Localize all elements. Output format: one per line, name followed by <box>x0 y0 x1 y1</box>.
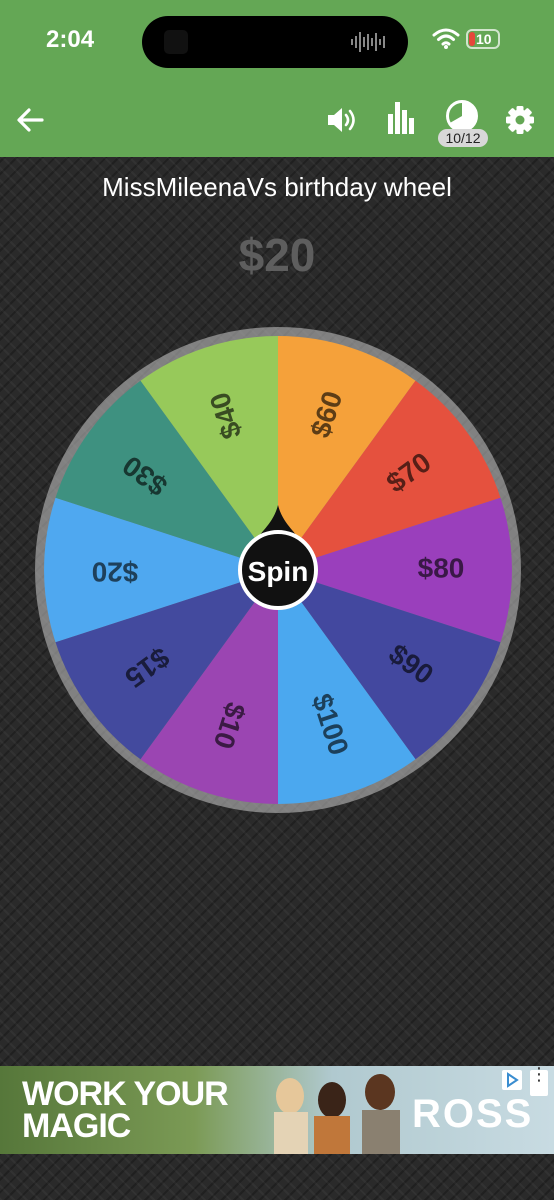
ad-models-image <box>274 1074 400 1154</box>
audio-waveform-icon <box>351 32 385 52</box>
prize-wheel[interactable]: $20$30$40 $60$70$80$90$100$10$15 Spin <box>33 325 523 815</box>
status-time: 2:04 <box>46 26 95 53</box>
camera-indicator-icon <box>164 30 188 54</box>
battery-indicator: 10 <box>466 29 500 49</box>
app-header: 2:04 10 10/12 <box>0 0 554 157</box>
ad-headline-line2: MAGIC <box>22 1107 131 1145</box>
more-vertical-icon[interactable]: ⋮ <box>530 1066 548 1096</box>
pie-progress-icon[interactable] <box>445 99 479 133</box>
battery-percent: 10 <box>476 31 492 47</box>
dynamic-island <box>142 16 408 68</box>
battery-level <box>469 32 475 46</box>
progress-counter: 10/12 <box>438 129 488 147</box>
wheel-segment-label: $20 <box>92 557 139 588</box>
gear-icon[interactable] <box>505 105 535 135</box>
arrow-left-icon[interactable] <box>16 106 44 134</box>
spin-result: $20 <box>238 229 316 281</box>
wheel-title: MissMileenaVs birthday wheel <box>102 172 452 202</box>
wheel-segment-label: $80 <box>418 552 465 583</box>
ad-choices-icon[interactable] <box>502 1070 522 1090</box>
ad-banner[interactable]: WORK YOUR MAGIC ROSS ⋮ <box>0 1066 554 1154</box>
volume-icon[interactable] <box>326 106 360 134</box>
bar-chart-icon[interactable] <box>386 100 416 136</box>
spin-label: Spin <box>248 556 309 587</box>
wifi-icon <box>432 28 460 49</box>
status-bar: 2:04 10 <box>0 0 554 80</box>
ad-brand-logo: ROSS <box>412 1092 534 1136</box>
